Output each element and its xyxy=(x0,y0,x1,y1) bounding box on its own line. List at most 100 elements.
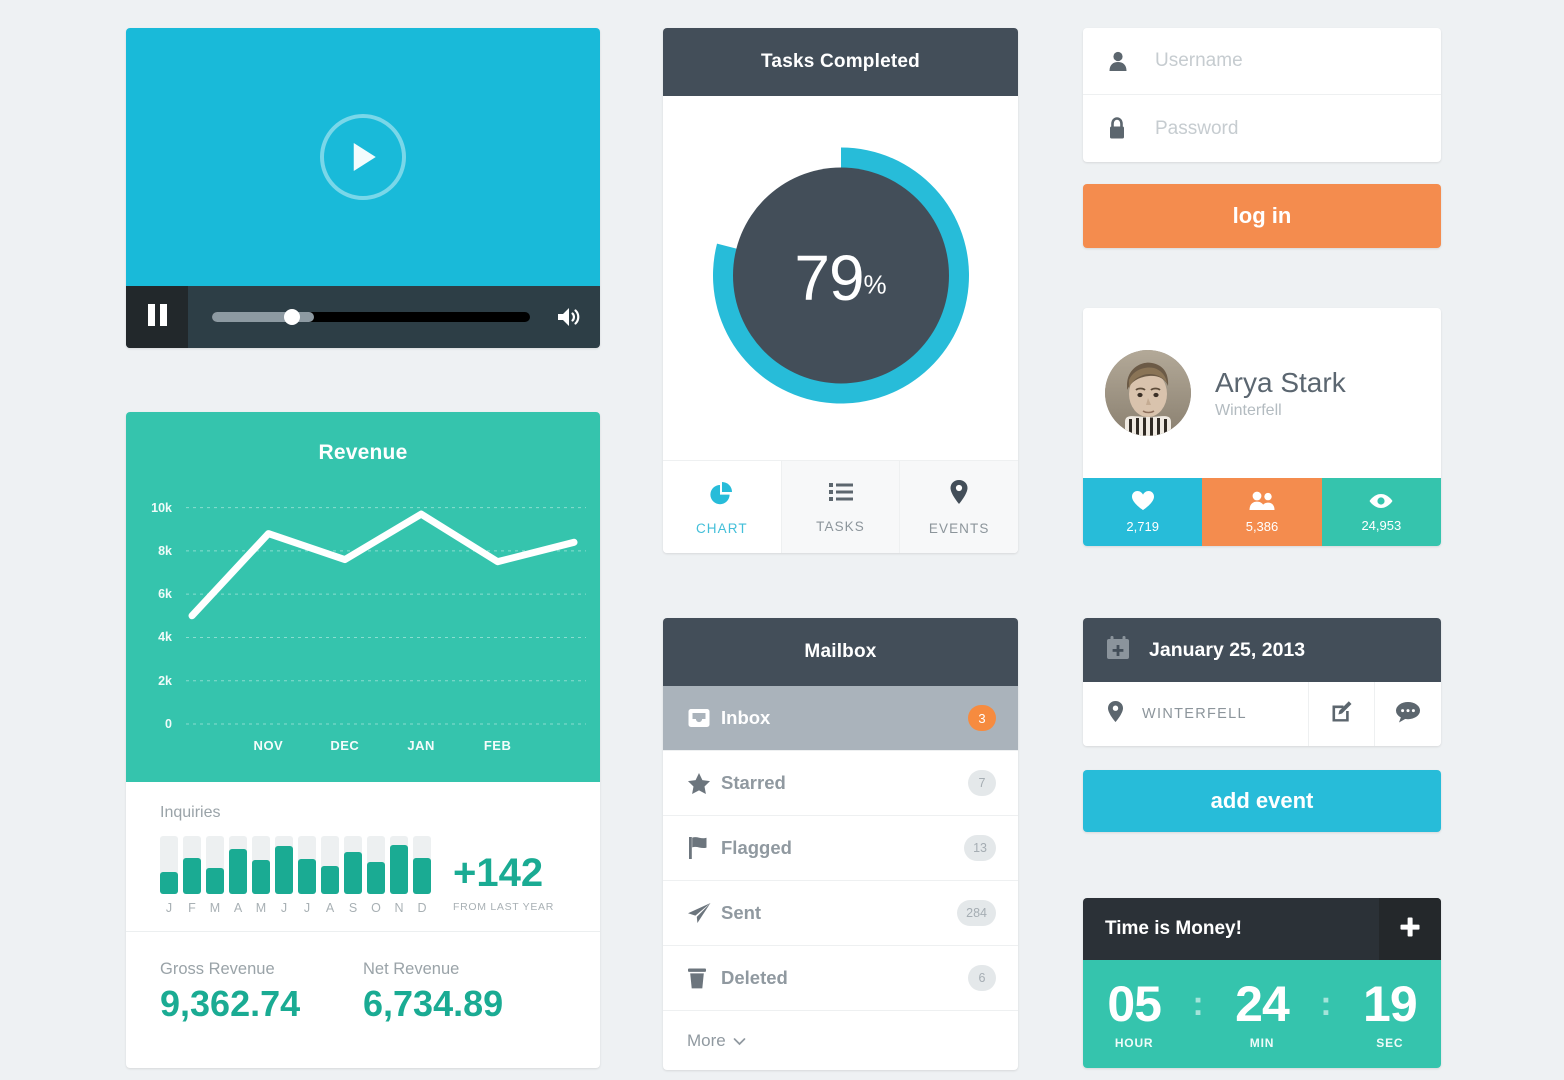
timer-body: 05 HOUR : 24 MIN : 19 SEC xyxy=(1083,960,1441,1068)
revenue-y-tick: 2k xyxy=(158,673,172,688)
inquiries-month-label: N xyxy=(394,901,404,915)
timer-separator-1: : xyxy=(1192,984,1204,1023)
profile-meta: Arya Stark Winterfell xyxy=(1215,367,1346,420)
inquiries-month-label: A xyxy=(325,901,335,915)
inquiries-bar xyxy=(275,836,293,894)
avatar xyxy=(1105,350,1191,436)
mailbox-row-badge: 284 xyxy=(957,900,996,926)
revenue-y-tick: 6k xyxy=(158,587,172,602)
tasks-percent: 79 xyxy=(794,242,864,314)
inquiries-bar xyxy=(206,836,224,894)
timer-minutes-label: MIN xyxy=(1249,1035,1275,1050)
mailbox-card: Mailbox Inbox 3 Starred 7 Flagged 13 Sent 284 De… xyxy=(663,618,1018,1070)
comment-icon xyxy=(1395,701,1421,728)
donut-center-label: 79% xyxy=(794,241,886,315)
timer-minutes: 24 MIN xyxy=(1218,979,1306,1050)
inquiries-bar xyxy=(160,836,178,894)
net-revenue-value: 6,734.89 xyxy=(363,983,504,1024)
mailbox-row-label: Flagged xyxy=(721,837,792,858)
flag-icon xyxy=(687,836,721,860)
inquiries-bar xyxy=(390,836,408,894)
stat-followers[interactable]: 5,386 xyxy=(1202,478,1322,546)
mailbox-row-deleted[interactable]: Deleted 6 xyxy=(663,946,1018,1011)
mailbox-row-sent[interactable]: Sent 284 xyxy=(663,881,1018,946)
mailbox-row-badge: 3 xyxy=(968,705,996,731)
inquiries-month-label: J xyxy=(165,901,173,915)
inquiries-delta-sub: FROM LAST YEAR xyxy=(453,901,555,913)
inquiries-month-labels: JFMAMJJASOND xyxy=(160,901,431,915)
event-date-text: January 25, 2013 xyxy=(1149,638,1306,661)
event-location: WINTERFELL xyxy=(1083,682,1309,746)
inquiries-month-label: A xyxy=(233,901,243,915)
timer-card: Time is Money! 05 HOUR : 24 MIN : 19 SEC xyxy=(1083,898,1441,1068)
tab-tasks[interactable]: TASKS xyxy=(780,461,900,553)
mailbox-row-badge: 7 xyxy=(968,770,996,796)
stat-likes-value: 2,719 xyxy=(1126,519,1159,534)
heart-icon xyxy=(1131,490,1155,516)
profile-location: Winterfell xyxy=(1215,401,1282,419)
gross-revenue-label: Gross Revenue xyxy=(160,960,275,978)
mailbox-row-label: Starred xyxy=(721,772,786,793)
video-scrubber[interactable] xyxy=(212,309,530,325)
timer-seconds: 19 SEC xyxy=(1346,979,1434,1050)
revenue-totals: Gross Revenue 9,362.74 Net Revenue 6,734… xyxy=(126,932,600,1023)
inquiries-month-label: O xyxy=(371,901,381,915)
mailbox-more-label: More xyxy=(687,1031,726,1050)
tab-tasks-label: TASKS xyxy=(816,518,865,534)
tab-chart[interactable]: CHART xyxy=(663,461,781,553)
mailbox-row-flagged[interactable]: Flagged 13 xyxy=(663,816,1018,881)
tasks-donut-chart: 79% xyxy=(663,96,1018,460)
mailbox-row-label: Sent xyxy=(721,902,762,923)
mailbox-row-badge: 6 xyxy=(968,965,996,991)
password-input[interactable] xyxy=(1155,95,1441,162)
timer-hours: 05 HOUR xyxy=(1090,979,1178,1050)
event-edit-button[interactable] xyxy=(1309,682,1375,746)
gross-revenue-block: Gross Revenue 9,362.74 xyxy=(160,960,363,1023)
tab-events[interactable]: EVENTS xyxy=(899,461,1018,553)
revenue-x-tick: DEC xyxy=(330,738,360,753)
stat-views-value: 24,953 xyxy=(1361,517,1402,533)
users-icon xyxy=(1248,490,1276,516)
mailbox-header: Mailbox xyxy=(663,618,1018,686)
username-input[interactable] xyxy=(1155,28,1441,94)
lock-icon xyxy=(1107,117,1155,140)
inquiries-summary: +142 FROM LAST YEAR xyxy=(453,853,554,915)
inquiries-month-label: J xyxy=(280,901,288,915)
revenue-y-tick: 0 xyxy=(165,717,172,731)
video-screen[interactable] xyxy=(126,28,600,286)
plus-icon xyxy=(1399,916,1421,943)
chevron-down-icon xyxy=(733,1031,746,1051)
mailbox-row-inbox[interactable]: Inbox 3 xyxy=(663,686,1018,751)
timer-title: Time is Money! xyxy=(1105,918,1242,939)
tab-events-label: EVENTS xyxy=(928,520,990,536)
scrubber-handle[interactable] xyxy=(283,309,300,325)
inbox-icon xyxy=(687,707,721,729)
profile-card: Arya Stark Winterfell 2,719 5,386 24,953 xyxy=(1083,308,1441,546)
stat-likes[interactable]: 2,719 xyxy=(1083,478,1203,546)
timer-add-button[interactable] xyxy=(1379,898,1441,960)
inquiries-bar xyxy=(321,836,339,894)
inquiries-bar xyxy=(367,836,385,894)
password-field-row xyxy=(1083,95,1441,162)
inquiries-bar xyxy=(229,836,247,894)
event-date-body: WINTERFELL xyxy=(1083,682,1441,746)
volume-icon[interactable] xyxy=(554,305,600,329)
net-revenue-label: Net Revenue xyxy=(363,960,460,978)
mailbox-row-starred[interactable]: Starred 7 xyxy=(663,751,1018,816)
mailbox-more-button[interactable]: More xyxy=(663,1011,1018,1070)
stat-views[interactable]: 24,953 xyxy=(1321,478,1441,546)
play-icon xyxy=(353,143,376,171)
calendar-add-icon xyxy=(1105,635,1131,666)
login-button[interactable]: log in xyxy=(1083,184,1441,248)
video-controls xyxy=(126,286,600,348)
tab-chart-label: CHART xyxy=(695,520,748,536)
user-icon xyxy=(1107,50,1155,72)
play-button[interactable] xyxy=(320,114,406,200)
timer-separator-2: : xyxy=(1320,984,1332,1023)
list-icon xyxy=(828,481,854,508)
add-event-button[interactable]: add event xyxy=(1083,770,1441,832)
pause-button[interactable] xyxy=(126,286,188,348)
event-comment-button[interactable] xyxy=(1375,682,1441,746)
inquiries-month-label: D xyxy=(417,901,427,915)
revenue-chart: Revenue 10k 8k 6k 4k 2k 0 NOV DEC JAN FEB xyxy=(126,412,600,782)
